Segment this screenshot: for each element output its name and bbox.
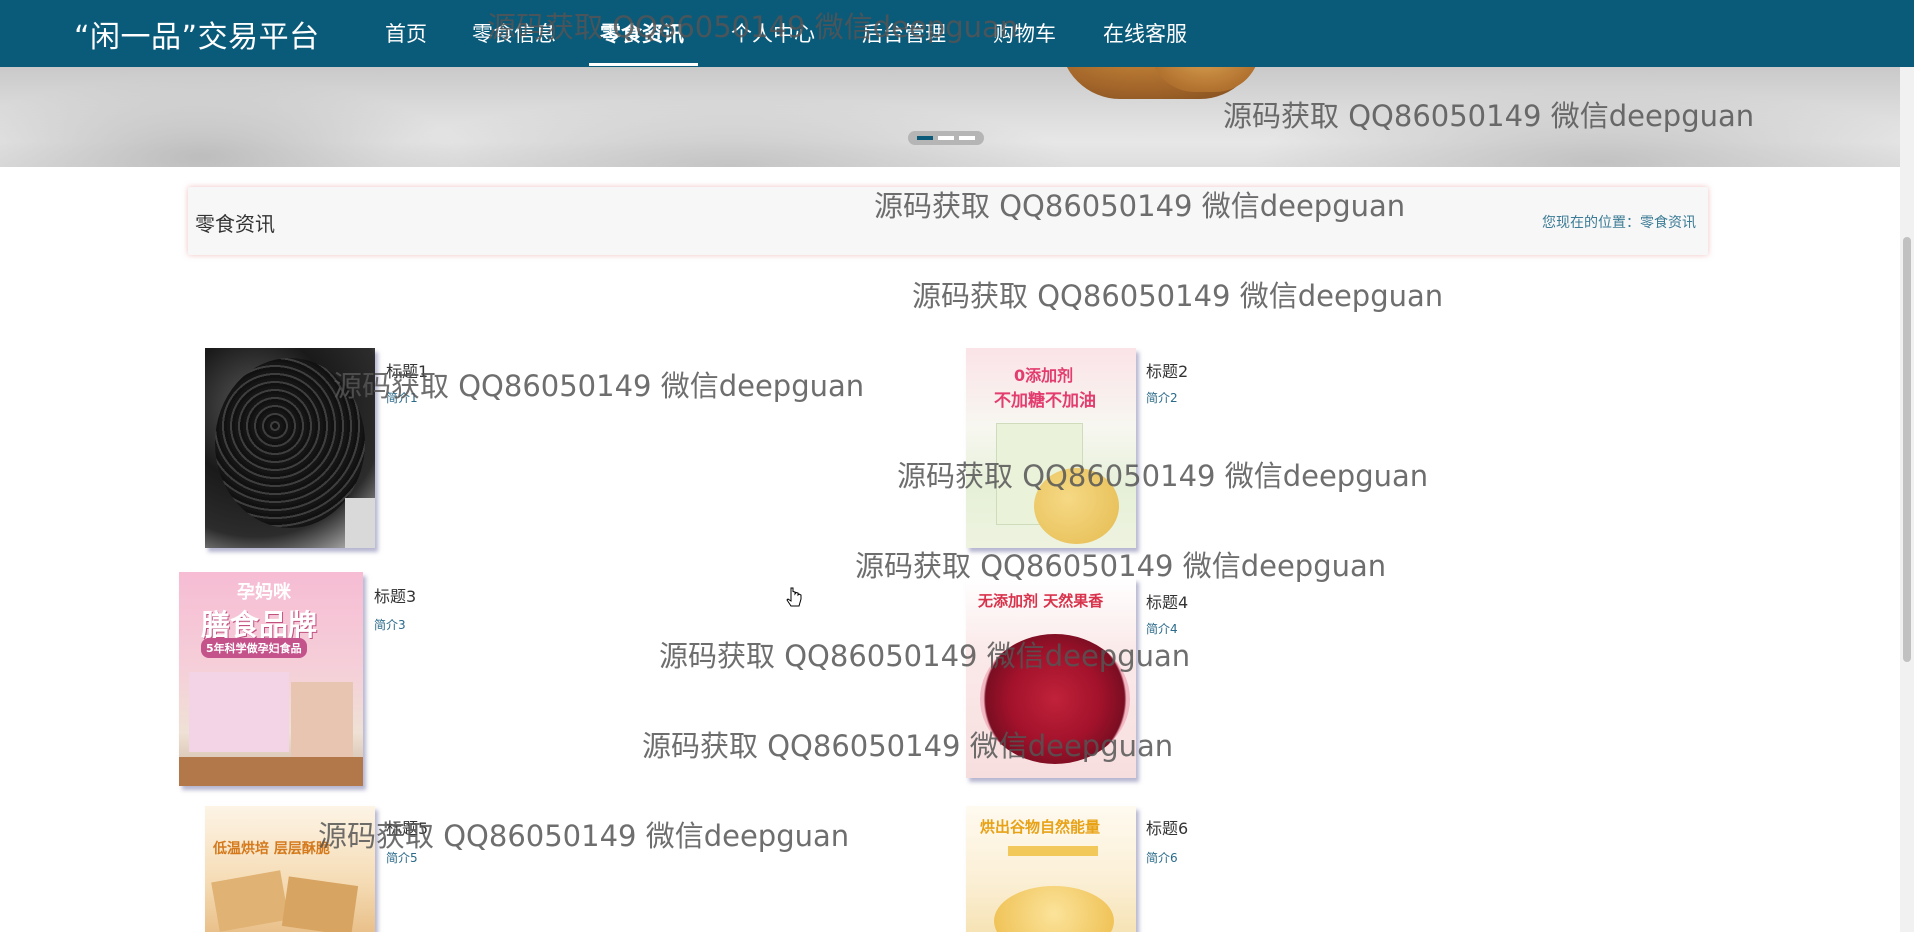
news-title[interactable]: 标题6 (1146, 815, 1188, 839)
top-navbar: “闲一品”交易平台 首页 零食信息 零食资讯 个人中心 后台管理 购物车 在线客… (0, 0, 1914, 67)
news-thumbnail-cranberries[interactable]: 无添加剂 天然果香 (966, 578, 1136, 778)
site-brand[interactable]: “闲一品”交易平台 (74, 12, 320, 56)
product-image-text: 烘出谷物自然能量 (980, 818, 1101, 836)
section-title: 零食资讯 (195, 212, 275, 236)
nav-home[interactable]: 首页 (385, 18, 427, 48)
news-thumbnail-crackers[interactable]: 0添加剂 不加糖不加油 (966, 348, 1136, 548)
news-thumbnail-maternal-snacks[interactable]: 孕妈咪 膳食品牌 5年科学做孕妇食品 (179, 572, 363, 786)
carousel-indicators (908, 131, 984, 145)
product-image-text: 5年科学做孕妇食品 (201, 638, 307, 658)
section-header: 零食资讯 您现在的位置：零食资讯 (188, 187, 1708, 255)
product-image-text: 孕妈咪 (237, 582, 291, 603)
news-intro: 简介4 (1146, 622, 1178, 636)
page-scrollbar[interactable] (1900, 0, 1914, 932)
news-intro: 简介3 (374, 618, 406, 632)
nav-admin[interactable]: 后台管理 (862, 18, 946, 48)
news-title[interactable]: 标题4 (1146, 589, 1188, 613)
news-intro: 简介6 (1146, 851, 1178, 865)
news-title[interactable]: 标题5 (386, 815, 428, 839)
breadcrumb[interactable]: 您现在的位置：零食资讯 (1542, 212, 1696, 232)
nav-snack-info[interactable]: 零食信息 (472, 18, 556, 48)
news-title[interactable]: 标题1 (386, 358, 428, 382)
carousel-dot-3[interactable] (959, 136, 975, 140)
nav-cart[interactable]: 购物车 (993, 18, 1056, 48)
news-thumbnail-black-sesame[interactable] (205, 348, 375, 548)
product-image-text: 不加糖不加油 (994, 391, 1096, 411)
news-intro: 简介1 (386, 391, 418, 405)
product-image-text: 0添加剂 (1014, 366, 1074, 385)
nav-personal-center[interactable]: 个人中心 (731, 18, 815, 48)
news-thumbnail-grain-crackers[interactable]: 烘出谷物自然能量 (966, 806, 1136, 932)
nav-online-service[interactable]: 在线客服 (1103, 18, 1187, 48)
news-intro: 简介2 (1146, 391, 1178, 405)
banner-carousel (0, 67, 1900, 167)
scrollbar-thumb[interactable] (1903, 237, 1911, 662)
mouse-pointer-icon (786, 587, 802, 607)
nav-active-indicator (589, 63, 698, 66)
news-thumbnail-biscuits[interactable]: 低温烘培 层层酥脆 (205, 806, 375, 932)
news-title[interactable]: 标题3 (374, 583, 416, 607)
carousel-dot-2[interactable] (938, 136, 954, 140)
watermark-text: 源码获取 QQ86050149 微信deepguan (912, 279, 1444, 313)
nav-snack-news[interactable]: 零食资讯 (600, 18, 684, 48)
carousel-dot-1[interactable] (917, 136, 933, 140)
product-image-text: 低温烘培 层层酥脆 (213, 841, 330, 857)
product-image-text: 无添加剂 天然果香 (978, 592, 1104, 610)
news-title[interactable]: 标题2 (1146, 358, 1188, 382)
news-intro: 简介5 (386, 851, 418, 865)
